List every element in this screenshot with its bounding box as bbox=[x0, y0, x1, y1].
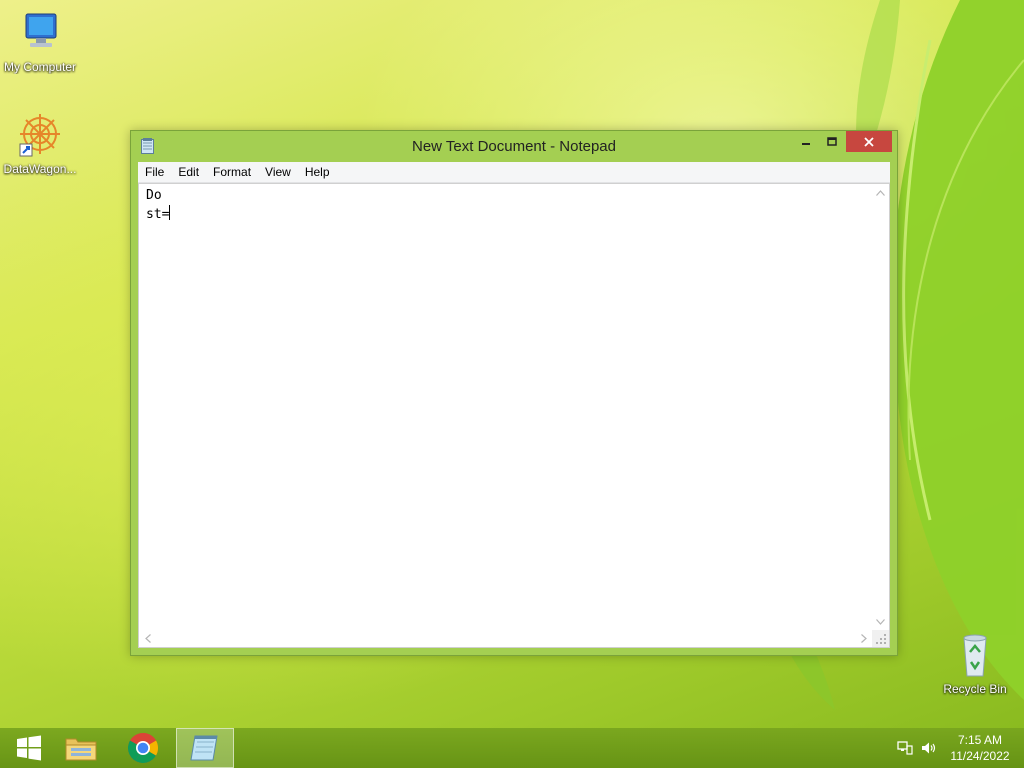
minimize-icon bbox=[802, 142, 810, 145]
minimize-button[interactable] bbox=[793, 131, 819, 152]
start-button[interactable] bbox=[0, 728, 58, 768]
text-caret bbox=[169, 205, 171, 220]
desktop-icon-label: DataWagon... bbox=[3, 162, 77, 176]
menu-help[interactable]: Help bbox=[298, 165, 337, 179]
close-button[interactable] bbox=[846, 131, 892, 152]
scroll-left-arrow-icon[interactable] bbox=[139, 630, 156, 647]
maximize-icon bbox=[827, 136, 837, 146]
desktop-icon-my-computer[interactable]: My Computer bbox=[0, 10, 80, 74]
menu-view[interactable]: View bbox=[258, 165, 298, 179]
volume-icon bbox=[922, 742, 936, 754]
taskbar-file-explorer[interactable] bbox=[52, 728, 110, 768]
desktop-icon-datawagon[interactable]: DataWagon... bbox=[0, 112, 80, 176]
desktop-icon-label: My Computer bbox=[3, 60, 77, 74]
system-clock[interactable]: 7:15 AM 11/24/2022 bbox=[944, 732, 1016, 764]
taskbar-notepad[interactable] bbox=[176, 728, 234, 768]
horizontal-scrollbar[interactable] bbox=[139, 630, 872, 647]
resize-grip-icon[interactable] bbox=[872, 630, 889, 647]
window-title: New Text Document - Notepad bbox=[412, 138, 616, 155]
notepad-window[interactable]: New Text Document - Notepad File Edit Fo… bbox=[130, 130, 898, 656]
network-icon bbox=[897, 741, 913, 755]
folder-icon bbox=[65, 738, 97, 761]
title-bar[interactable]: New Text Document - Notepad bbox=[131, 131, 897, 161]
scroll-up-arrow-icon[interactable] bbox=[872, 184, 889, 201]
text-editor[interactable]: Do st= bbox=[138, 183, 890, 648]
editor-line-2: st= bbox=[146, 207, 170, 222]
scroll-down-arrow-icon[interactable] bbox=[872, 613, 889, 630]
vertical-scrollbar[interactable] bbox=[872, 184, 889, 630]
clock-time: 7:15 AM bbox=[957, 733, 1003, 747]
menu-edit[interactable]: Edit bbox=[171, 165, 206, 179]
recycle-bin-icon bbox=[951, 632, 999, 680]
datawagon-icon bbox=[16, 112, 64, 160]
menu-format[interactable]: Format bbox=[206, 165, 258, 179]
clock-date: 11/24/2022 bbox=[950, 749, 1010, 763]
windows-logo-icon bbox=[17, 735, 41, 761]
maximize-button[interactable] bbox=[819, 131, 845, 152]
computer-icon bbox=[16, 10, 64, 58]
desktop-icon-label: Recycle Bin bbox=[943, 682, 1007, 696]
notepad-icon bbox=[190, 735, 218, 761]
tray-network[interactable] bbox=[896, 728, 914, 768]
editor-line-1: Do bbox=[146, 188, 162, 203]
editor-content[interactable]: Do st= bbox=[146, 187, 171, 224]
scroll-right-arrow-icon[interactable] bbox=[855, 630, 872, 647]
close-icon bbox=[864, 136, 874, 147]
desktop-icon-recycle-bin[interactable]: Recycle Bin bbox=[935, 632, 1015, 696]
menu-file[interactable]: File bbox=[138, 165, 171, 179]
chrome-icon bbox=[127, 733, 159, 764]
menu-bar: File Edit Format View Help bbox=[138, 162, 890, 183]
tray-volume[interactable] bbox=[920, 728, 938, 768]
taskbar-chrome[interactable] bbox=[114, 728, 172, 768]
taskbar: 7:15 AM 11/24/2022 bbox=[0, 728, 1024, 768]
